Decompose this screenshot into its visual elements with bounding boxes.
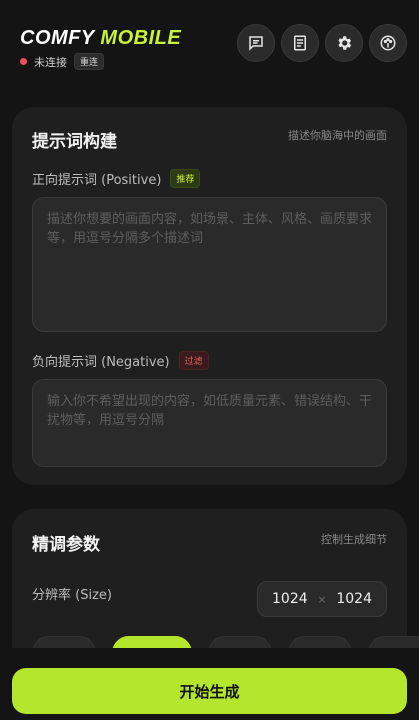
notes-icon	[294, 35, 306, 51]
params-card-title: 精调参数	[32, 535, 100, 555]
notes-button[interactable]	[281, 24, 319, 62]
negative-label-row: 负向提示词 (Negative) 过滤	[32, 351, 209, 370]
params-card-subtitle: 控制生成细节	[321, 533, 387, 546]
size-separator: ×	[317, 592, 327, 606]
header-actions	[237, 24, 407, 62]
positive-label-row: 正向提示词 (Positive) 推荐	[32, 169, 201, 188]
width-value[interactable]: 1024	[272, 591, 308, 607]
brand-word-1: COMFY	[20, 27, 95, 49]
positive-prompt-input[interactable]: 描述你想要的画面内容，如场景、主体、风格、画质要求等，用逗号分隔多个描述词	[32, 197, 387, 332]
status-dot-icon	[20, 58, 27, 65]
prompt-card-title: 提示词构建	[32, 132, 117, 152]
chat-icon	[249, 36, 263, 51]
status-text: 未连接	[34, 55, 67, 69]
prompt-card: 提示词构建 描述你脑海中的画面 正向提示词 (Positive) 推荐 描述你想…	[12, 107, 407, 485]
filter-badge: 过滤	[178, 351, 209, 370]
app-logo: COMFY MOBILE	[20, 27, 181, 50]
negative-label: 负向提示词 (Negative)	[32, 355, 170, 370]
generate-button[interactable]: 开始生成	[12, 668, 407, 714]
params-card: 精调参数 控制生成细节 分辨率 (Size) 1024 × 1024	[12, 509, 419, 670]
settings-button[interactable]	[325, 24, 363, 62]
recommend-badge: 推荐	[170, 169, 201, 188]
reconnect-button[interactable]: 重连	[74, 53, 105, 70]
height-value[interactable]: 1024	[336, 591, 372, 607]
gear-icon	[338, 36, 352, 50]
brand-word-2: MOBILE	[100, 27, 182, 49]
chat-button[interactable]	[237, 24, 275, 62]
palette-icon	[380, 35, 396, 51]
prompt-card-subtitle: 描述你脑海中的画面	[288, 129, 387, 142]
negative-prompt-input[interactable]: 输入你不希望出现的内容，如低质量元素、错误结构、干扰物等，用逗号分隔	[32, 379, 387, 467]
app-header: COMFY MOBILE 未连接 重连	[0, 0, 419, 100]
theme-button[interactable]	[369, 24, 407, 62]
size-input[interactable]: 1024 × 1024	[257, 581, 387, 617]
positive-label: 正向提示词 (Positive)	[32, 173, 162, 188]
size-label: 分辨率 (Size)	[32, 588, 112, 603]
connection-status: 未连接 重连	[20, 53, 105, 70]
